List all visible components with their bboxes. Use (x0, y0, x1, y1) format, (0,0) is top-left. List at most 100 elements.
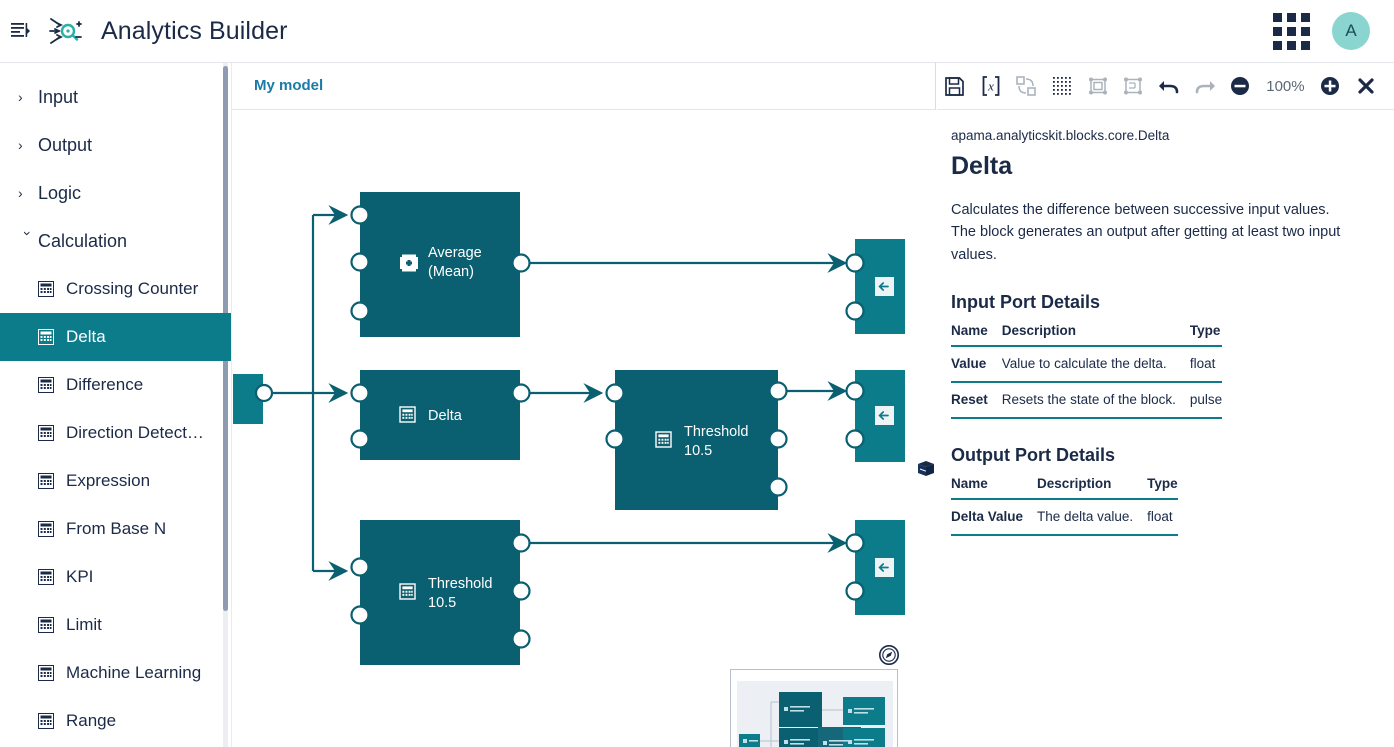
sidebar-item-kpi[interactable]: KPI (0, 553, 231, 601)
sidebar-item-label: From Base N (66, 519, 167, 538)
port-name: Reset (951, 382, 1002, 420)
svg-text:Delta: Delta (428, 408, 463, 424)
sidebar-item-label: Range (66, 711, 117, 730)
chevron-down-icon: › (20, 231, 36, 236)
sidebar-group-label: Logic (38, 182, 82, 203)
chevron-right-icon: › (18, 137, 23, 153)
calculation-block-icon (38, 377, 54, 393)
chevron-right-icon: › (18, 185, 23, 201)
calculation-block-icon (38, 281, 54, 297)
svg-text:(Mean): (Mean) (428, 264, 474, 280)
sidebar-item-label: Limit (66, 615, 102, 634)
sidebar-group-input[interactable]: › Input (0, 73, 231, 121)
block-fully-qualified-name: apama.analyticskit.blocks.core.Delta (951, 128, 1170, 143)
grid-dots-icon[interactable] (1044, 66, 1080, 106)
header-actions: A (1273, 12, 1370, 50)
svg-text:Average: Average (428, 245, 482, 261)
sidebar-group-label: Output (38, 134, 93, 155)
sidebar-item-expression[interactable]: Expression (0, 457, 231, 505)
analytics-builder-app: Analytics Builder A › Input › Output › L… (0, 0, 1394, 747)
model-diagram-canvas[interactable]: Average (Mean) Delta Threshold 10.5 Thre… (232, 110, 936, 747)
column-header-name: Name (951, 317, 1002, 348)
sidebar-item-machine-learning[interactable]: Machine Learning (0, 649, 231, 697)
sidebar-item-label: Machine Learning (66, 663, 202, 682)
undo-arrow-icon[interactable] (1151, 66, 1187, 106)
sidebar-item-difference[interactable]: Difference (0, 361, 231, 409)
app-switcher-grid-icon[interactable] (1273, 12, 1310, 50)
calculation-block-icon (38, 473, 54, 489)
fit-content-icon[interactable] (1116, 66, 1152, 106)
block-title: Delta (951, 152, 1013, 180)
column-header-description: Description (1037, 470, 1148, 501)
canvas-toolbar: x 100% (937, 63, 1394, 110)
calculation-block-icon (38, 329, 54, 345)
port-name: Delta Value (951, 499, 1038, 537)
canvas-block-output-top (845, 239, 905, 334)
sidebar-item-label: Delta (66, 327, 106, 346)
sidebar-group-label: Input (38, 86, 79, 107)
calculation-block-icon (38, 617, 54, 633)
documentation-book-icon[interactable] (915, 458, 937, 485)
calculation-block-icon (38, 521, 54, 537)
sidebar-group-label: Calculation (38, 230, 128, 251)
canvas-block-output-mid (845, 370, 905, 462)
svg-text:10.5: 10.5 (428, 595, 456, 611)
port-description: Resets the state of the block. (1001, 382, 1190, 420)
port-description: Value to calculate the delta. (1001, 346, 1190, 384)
port-type: float (1147, 499, 1178, 537)
sidebar-item-crossing-counter[interactable]: Crossing Counter (0, 265, 231, 313)
canvas-block-average-mean: Average (Mean) (350, 192, 531, 337)
page-title: Analytics Builder (101, 16, 288, 45)
table-header-row: Name Description Type (951, 470, 1178, 501)
fit-selection-icon[interactable] (1080, 66, 1116, 106)
input-port-details-heading: Input Port Details (951, 292, 1101, 313)
port-name: Value (951, 346, 1002, 384)
sidebar-group-output[interactable]: › Output (0, 121, 231, 169)
zoom-in-circle-icon[interactable] (1313, 66, 1349, 106)
svg-text:Threshold: Threshold (684, 424, 748, 440)
column-header-name: Name (951, 470, 1038, 501)
sidebar-item-direction-detection[interactable]: Direction Detect… (0, 409, 231, 457)
calculation-block-icon (38, 713, 54, 729)
port-type: float (1189, 346, 1223, 384)
sidebar-group-calculation[interactable]: › Calculation (0, 217, 231, 265)
avatar[interactable]: A (1332, 12, 1370, 50)
hamburger-list-icon[interactable] (5, 22, 35, 40)
canvas-block-threshold-mid: Threshold 10.5 (605, 370, 788, 510)
sidebar-item-limit[interactable]: Limit (0, 601, 231, 649)
port-output-input-source (254, 383, 274, 403)
svg-text:10.5: 10.5 (684, 443, 712, 459)
svg-text:Threshold: Threshold (428, 576, 492, 592)
table-row: Reset Resets the state of the block. pul… (951, 382, 1223, 420)
save-button[interactable] (937, 66, 973, 106)
output-port-details-heading: Output Port Details (951, 445, 1116, 466)
column-header-type: Type (1189, 317, 1223, 348)
table-header-row: Name Description Type (951, 317, 1223, 348)
sidebar-item-delta[interactable]: Delta (0, 313, 231, 361)
model-minimap[interactable] (730, 669, 898, 747)
sidebar-group-logic[interactable]: › Logic (0, 169, 231, 217)
canvas-block-delta: Delta (350, 370, 531, 460)
close-x-icon[interactable] (1348, 66, 1384, 106)
port-type: pulse (1189, 382, 1223, 420)
zoom-level-label: 100% (1266, 77, 1305, 95)
zoom-out-circle-icon[interactable] (1223, 66, 1259, 106)
recenter-compass-icon[interactable] (878, 644, 900, 666)
calculation-block-icon (38, 569, 54, 585)
calculation-block-icon (38, 425, 54, 441)
tab-my-model[interactable]: My model (232, 63, 345, 109)
input-port-details-table: Name Description Type Value Value to cal… (951, 317, 1223, 420)
redo-arrow-icon[interactable] (1187, 66, 1223, 106)
top-header-bar: Analytics Builder A (0, 0, 1394, 63)
expression-brackets-icon[interactable]: x (973, 66, 1009, 106)
sidebar-item-range[interactable]: Range (0, 697, 231, 745)
auto-layout-icon[interactable] (1008, 66, 1044, 106)
block-palette-sidebar: › Input › Output › Logic › Calculation C… (0, 63, 232, 747)
block-details-panel: x 100% apama.analyticskit.blocks.core.De… (918, 63, 1394, 747)
sidebar-item-label: Difference (66, 375, 144, 394)
table-row: Value Value to calculate the delta. floa… (951, 346, 1223, 384)
table-row: Delta Value The delta value. float (951, 499, 1178, 537)
block-details-body: apama.analyticskit.blocks.core.Delta Del… (937, 110, 1394, 537)
sidebar-item-from-base-n[interactable]: From Base N (0, 505, 231, 553)
column-header-type: Type (1147, 470, 1178, 501)
